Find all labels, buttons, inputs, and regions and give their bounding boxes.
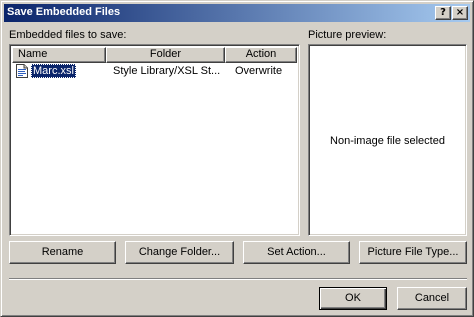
embedded-files-list[interactable]: Name Folder Action Marc.xsl Style Librar… bbox=[9, 44, 300, 236]
xsl-file-icon bbox=[16, 64, 28, 78]
column-header-folder[interactable]: Folder bbox=[106, 47, 225, 63]
column-header-action[interactable]: Action bbox=[225, 47, 297, 63]
set-action-button-label: Set Action... bbox=[267, 246, 326, 258]
picture-preview-label: Picture preview: bbox=[308, 29, 387, 41]
cancel-button[interactable]: Cancel bbox=[397, 287, 467, 310]
change-folder-button[interactable]: Change Folder... bbox=[125, 241, 234, 264]
file-name-cell[interactable]: Marc.xsl bbox=[31, 64, 76, 78]
picture-preview-pane: Non-image file selected bbox=[308, 44, 467, 236]
action-cell: Overwrite bbox=[235, 65, 283, 77]
folder-cell: Style Library/XSL St... bbox=[113, 65, 221, 77]
ok-button-label: OK bbox=[345, 292, 361, 304]
ok-button[interactable]: OK bbox=[319, 287, 387, 310]
preview-message: Non-image file selected bbox=[330, 135, 445, 147]
list-item[interactable]: Marc.xsl Style Library/XSL St... Overwri… bbox=[12, 64, 297, 80]
title-bar[interactable]: Save Embedded Files ? × bbox=[4, 4, 470, 22]
rename-button-label: Rename bbox=[41, 246, 84, 258]
save-embedded-files-dialog: Save Embedded Files ? × Embedded files t… bbox=[0, 0, 474, 317]
picture-file-type-button-label: Picture File Type... bbox=[367, 246, 459, 258]
set-action-button[interactable]: Set Action... bbox=[243, 241, 350, 264]
picture-file-type-button[interactable]: Picture File Type... bbox=[359, 241, 467, 264]
rename-button[interactable]: Rename bbox=[9, 241, 116, 264]
separator bbox=[9, 278, 467, 280]
column-header-name[interactable]: Name bbox=[12, 47, 106, 63]
close-button[interactable]: × bbox=[452, 6, 468, 20]
help-button[interactable]: ? bbox=[435, 6, 451, 20]
window-title: Save Embedded Files bbox=[7, 6, 121, 18]
embedded-files-label: Embedded files to save: bbox=[9, 29, 127, 41]
cancel-button-label: Cancel bbox=[414, 292, 450, 304]
change-folder-button-label: Change Folder... bbox=[138, 246, 221, 258]
list-header: Name Folder Action bbox=[12, 47, 297, 63]
